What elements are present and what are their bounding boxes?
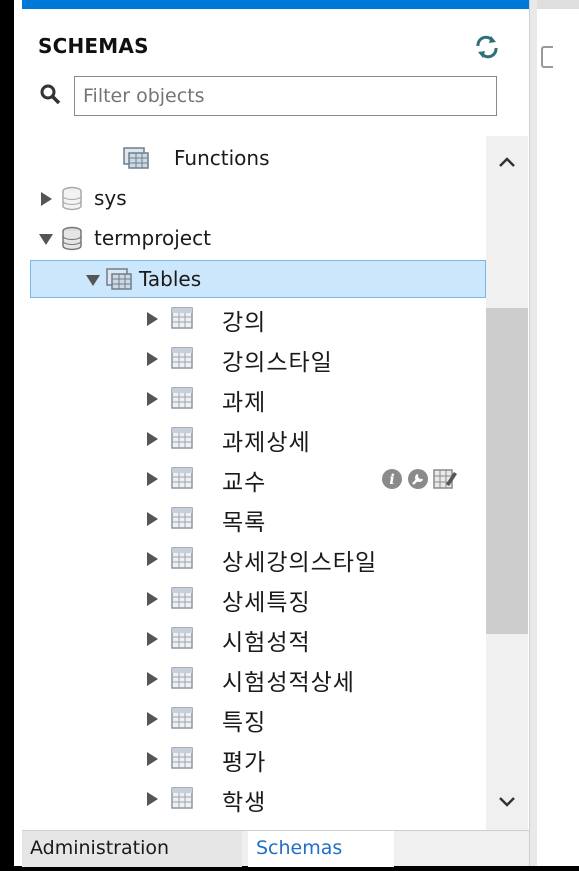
- expand-arrow-icon[interactable]: [144, 351, 160, 367]
- expand-arrow-icon[interactable]: [144, 431, 160, 447]
- tree-item-label: 특징: [222, 710, 267, 736]
- table-icon: [170, 746, 194, 770]
- expand-arrow-icon[interactable]: [144, 311, 160, 327]
- tree-item-table[interactable]: 시험성적상세: [22, 660, 486, 698]
- expand-arrow-icon[interactable]: [144, 791, 160, 807]
- table-icon: [170, 506, 194, 530]
- scrollbar-thumb[interactable]: [486, 308, 528, 634]
- tree-scrollbar[interactable]: [486, 136, 528, 830]
- tree-item-label: 과제상세: [222, 430, 311, 456]
- table-icon: [170, 346, 194, 370]
- panel-accent-bar: [22, 0, 529, 9]
- expand-arrow-icon[interactable]: [144, 671, 160, 687]
- schemas-title: SCHEMAS: [38, 34, 149, 58]
- tree-item-table[interactable]: 시험성적: [22, 620, 486, 658]
- table-icon: [170, 466, 194, 490]
- workbench-frame: SCHEMAS Filter objects Functions sys ter…: [0, 0, 579, 871]
- collapse-arrow-icon[interactable]: [38, 231, 54, 247]
- tree-item-label: 목록: [222, 510, 267, 536]
- tree-item-table[interactable]: 과제: [22, 380, 486, 418]
- expand-arrow-icon[interactable]: [144, 391, 160, 407]
- tree-item-table[interactable]: 과제상세: [22, 420, 486, 458]
- expand-arrow-icon[interactable]: [144, 751, 160, 767]
- table-icon: [170, 306, 194, 330]
- expand-arrow-icon[interactable]: [144, 631, 160, 647]
- editor-tab-strip: [537, 0, 579, 9]
- tree-item-table[interactable]: 학생: [22, 780, 486, 818]
- tree-item-label: 상세특징: [222, 590, 311, 616]
- table-icon: [170, 626, 194, 650]
- tree-item-label: 시험성적상세: [222, 670, 355, 696]
- schema-tree: Functions sys termproject Tables 강의 강의스타…: [22, 136, 486, 830]
- expand-arrow-icon[interactable]: [144, 471, 160, 487]
- row-hover-actions: i: [380, 466, 486, 492]
- tree-item-table[interactable]: 목록: [22, 500, 486, 538]
- expand-arrow-icon[interactable]: [144, 711, 160, 727]
- tree-item-sys[interactable]: sys: [22, 180, 486, 218]
- collapse-arrow-icon[interactable]: [85, 272, 101, 288]
- expand-arrow-icon[interactable]: [38, 191, 54, 207]
- tree-item-table[interactable]: 특징: [22, 700, 486, 738]
- document-icon: [541, 46, 553, 68]
- tree-item-label: sys: [94, 186, 127, 210]
- tree-item-table[interactable]: 상세특징: [22, 580, 486, 618]
- tree-item-label: 시험성적: [222, 630, 311, 656]
- tree-item-table[interactable]: 평가: [22, 740, 486, 778]
- table-icon: [170, 586, 194, 610]
- tree-item-label: termproject: [94, 226, 211, 250]
- tree-item-termproject[interactable]: termproject: [22, 220, 486, 258]
- tree-item-label: 강의: [222, 310, 267, 336]
- tree-item-label: 상세강의스타일: [222, 550, 378, 576]
- tree-item-table[interactable]: 강의: [22, 300, 486, 338]
- table-folder-icon: [122, 146, 149, 170]
- tree-item-label: 과제: [222, 390, 267, 416]
- refresh-icon[interactable]: [474, 34, 500, 60]
- grid-edit-icon[interactable]: [433, 469, 457, 489]
- scroll-up-icon[interactable]: [497, 154, 517, 168]
- table-folder-icon: [105, 267, 132, 291]
- table-icon: [170, 706, 194, 730]
- info-icon[interactable]: i: [382, 469, 402, 489]
- tab-administration[interactable]: Administration: [22, 831, 242, 867]
- wrench-icon[interactable]: [408, 469, 428, 489]
- search-icon: [40, 84, 62, 106]
- scroll-down-icon[interactable]: [497, 794, 517, 808]
- tab-schemas[interactable]: Schemas: [248, 831, 394, 867]
- filter-row: [36, 74, 516, 118]
- window-border-left: [0, 0, 14, 871]
- tree-item-label: 평가: [222, 750, 267, 776]
- tree-item-label: Functions: [174, 146, 270, 170]
- expand-arrow-icon[interactable]: [144, 511, 160, 527]
- editor-area: [537, 0, 579, 866]
- tree-item-label: Tables: [139, 267, 202, 291]
- database-icon: [60, 226, 84, 251]
- filter-objects-input[interactable]: [74, 76, 497, 116]
- expand-arrow-icon[interactable]: [144, 551, 160, 567]
- navigator-panel: SCHEMAS Filter objects Functions sys ter…: [22, 0, 529, 867]
- tree-item-table[interactable]: 교수 i: [22, 460, 486, 498]
- expand-arrow-icon[interactable]: [144, 591, 160, 607]
- database-icon: [60, 186, 84, 211]
- tree-item-label: 학생: [222, 790, 267, 816]
- schemas-header: SCHEMAS: [38, 24, 518, 68]
- table-icon: [170, 386, 194, 410]
- tree-item-table[interactable]: 상세강의스타일: [22, 540, 486, 578]
- table-icon: [170, 426, 194, 450]
- tree-item-label: 교수: [222, 470, 267, 496]
- table-icon: [170, 546, 194, 570]
- tree-item-tables[interactable]: Tables: [30, 260, 486, 298]
- tree-item-functions[interactable]: Functions: [22, 140, 486, 178]
- table-icon: [170, 786, 194, 810]
- bottom-tabs: Administration Schemas: [22, 830, 529, 867]
- panel-splitter[interactable]: [529, 0, 537, 866]
- svg-text:i: i: [389, 472, 394, 488]
- tree-item-table[interactable]: 강의스타일: [22, 340, 486, 378]
- tree-item-label: 강의스타일: [222, 350, 333, 376]
- table-icon: [170, 666, 194, 690]
